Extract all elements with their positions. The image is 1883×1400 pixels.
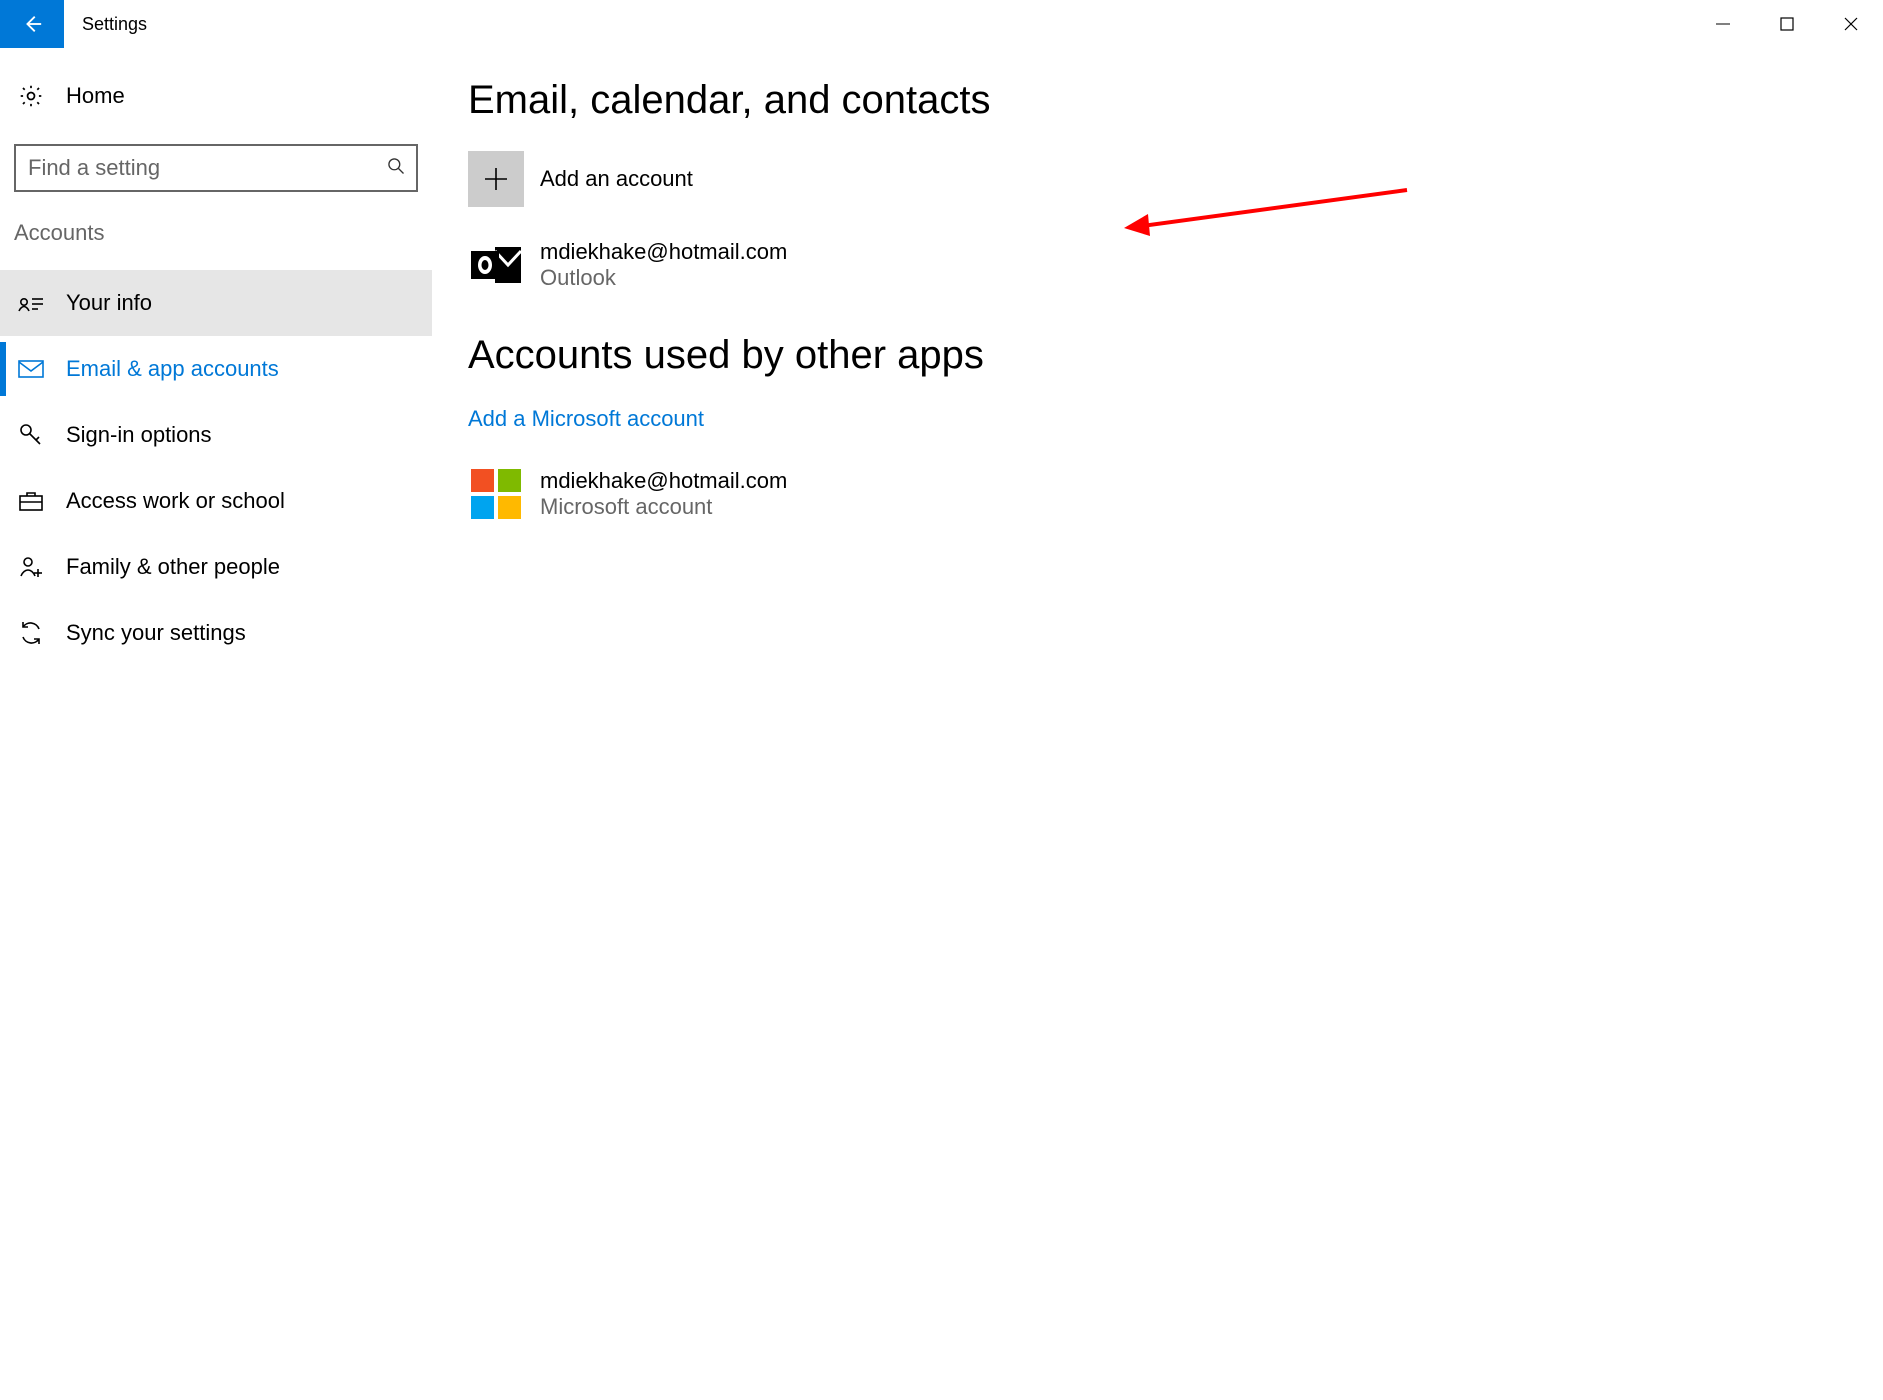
window-title: Settings xyxy=(64,0,147,48)
search-box[interactable] xyxy=(14,144,418,192)
maximize-button[interactable] xyxy=(1755,0,1819,48)
close-button[interactable] xyxy=(1819,0,1883,48)
nav-label: Email & app accounts xyxy=(66,356,279,382)
gear-icon xyxy=(18,83,44,109)
arrow-left-icon xyxy=(21,13,43,35)
outlook-icon xyxy=(468,237,524,293)
sync-icon xyxy=(18,620,44,646)
account-provider: Outlook xyxy=(540,265,787,291)
close-icon xyxy=(1843,16,1859,32)
nav-label: Access work or school xyxy=(66,488,285,514)
nav-label: Your info xyxy=(66,290,152,316)
ms-logo-tile xyxy=(471,469,494,492)
nav-sync-settings[interactable]: Sync your settings xyxy=(0,600,432,666)
ms-account-email: mdiekhake@hotmail.com xyxy=(540,468,787,494)
microsoft-account-item[interactable]: mdiekhake@hotmail.com Microsoft account xyxy=(468,466,1883,522)
ms-logo-tile xyxy=(498,469,521,492)
nav-access-work-school[interactable]: Access work or school xyxy=(0,468,432,534)
section-other-apps-heading: Accounts used by other apps xyxy=(468,333,1883,378)
mail-icon xyxy=(18,359,44,379)
person-card-icon xyxy=(18,293,44,313)
nav-label: Family & other people xyxy=(66,554,280,580)
nav-email-accounts[interactable]: Email & app accounts xyxy=(0,336,432,402)
back-button[interactable] xyxy=(0,0,64,48)
add-account-button[interactable]: Add an account xyxy=(468,151,1883,207)
person-add-icon xyxy=(18,555,44,579)
add-microsoft-account-link[interactable]: Add a Microsoft account xyxy=(468,406,704,432)
category-label: Accounts xyxy=(0,192,432,246)
account-email: mdiekhake@hotmail.com xyxy=(540,239,787,265)
add-account-label: Add an account xyxy=(540,166,693,192)
home-button[interactable]: Home xyxy=(0,70,432,122)
maximize-icon xyxy=(1780,17,1794,31)
home-label: Home xyxy=(66,83,125,109)
section-email-heading: Email, calendar, and contacts xyxy=(468,78,1883,123)
ms-logo-tile xyxy=(471,496,494,519)
plus-icon xyxy=(468,151,524,207)
nav-label: Sign-in options xyxy=(66,422,212,448)
briefcase-icon xyxy=(18,490,44,512)
email-account-item[interactable]: mdiekhake@hotmail.com Outlook xyxy=(468,237,1883,293)
nav-your-info[interactable]: Your info xyxy=(0,270,432,336)
ms-logo-tile xyxy=(498,496,521,519)
search-icon xyxy=(386,156,406,181)
microsoft-logo-icon xyxy=(468,466,524,522)
nav-family-people[interactable]: Family & other people xyxy=(0,534,432,600)
search-input[interactable] xyxy=(28,155,386,181)
ms-account-type: Microsoft account xyxy=(540,494,787,520)
minimize-button[interactable] xyxy=(1691,0,1755,48)
nav-label: Sync your settings xyxy=(66,620,246,646)
minimize-icon xyxy=(1715,16,1731,32)
nav-signin-options[interactable]: Sign-in options xyxy=(0,402,432,468)
key-icon xyxy=(18,422,44,448)
